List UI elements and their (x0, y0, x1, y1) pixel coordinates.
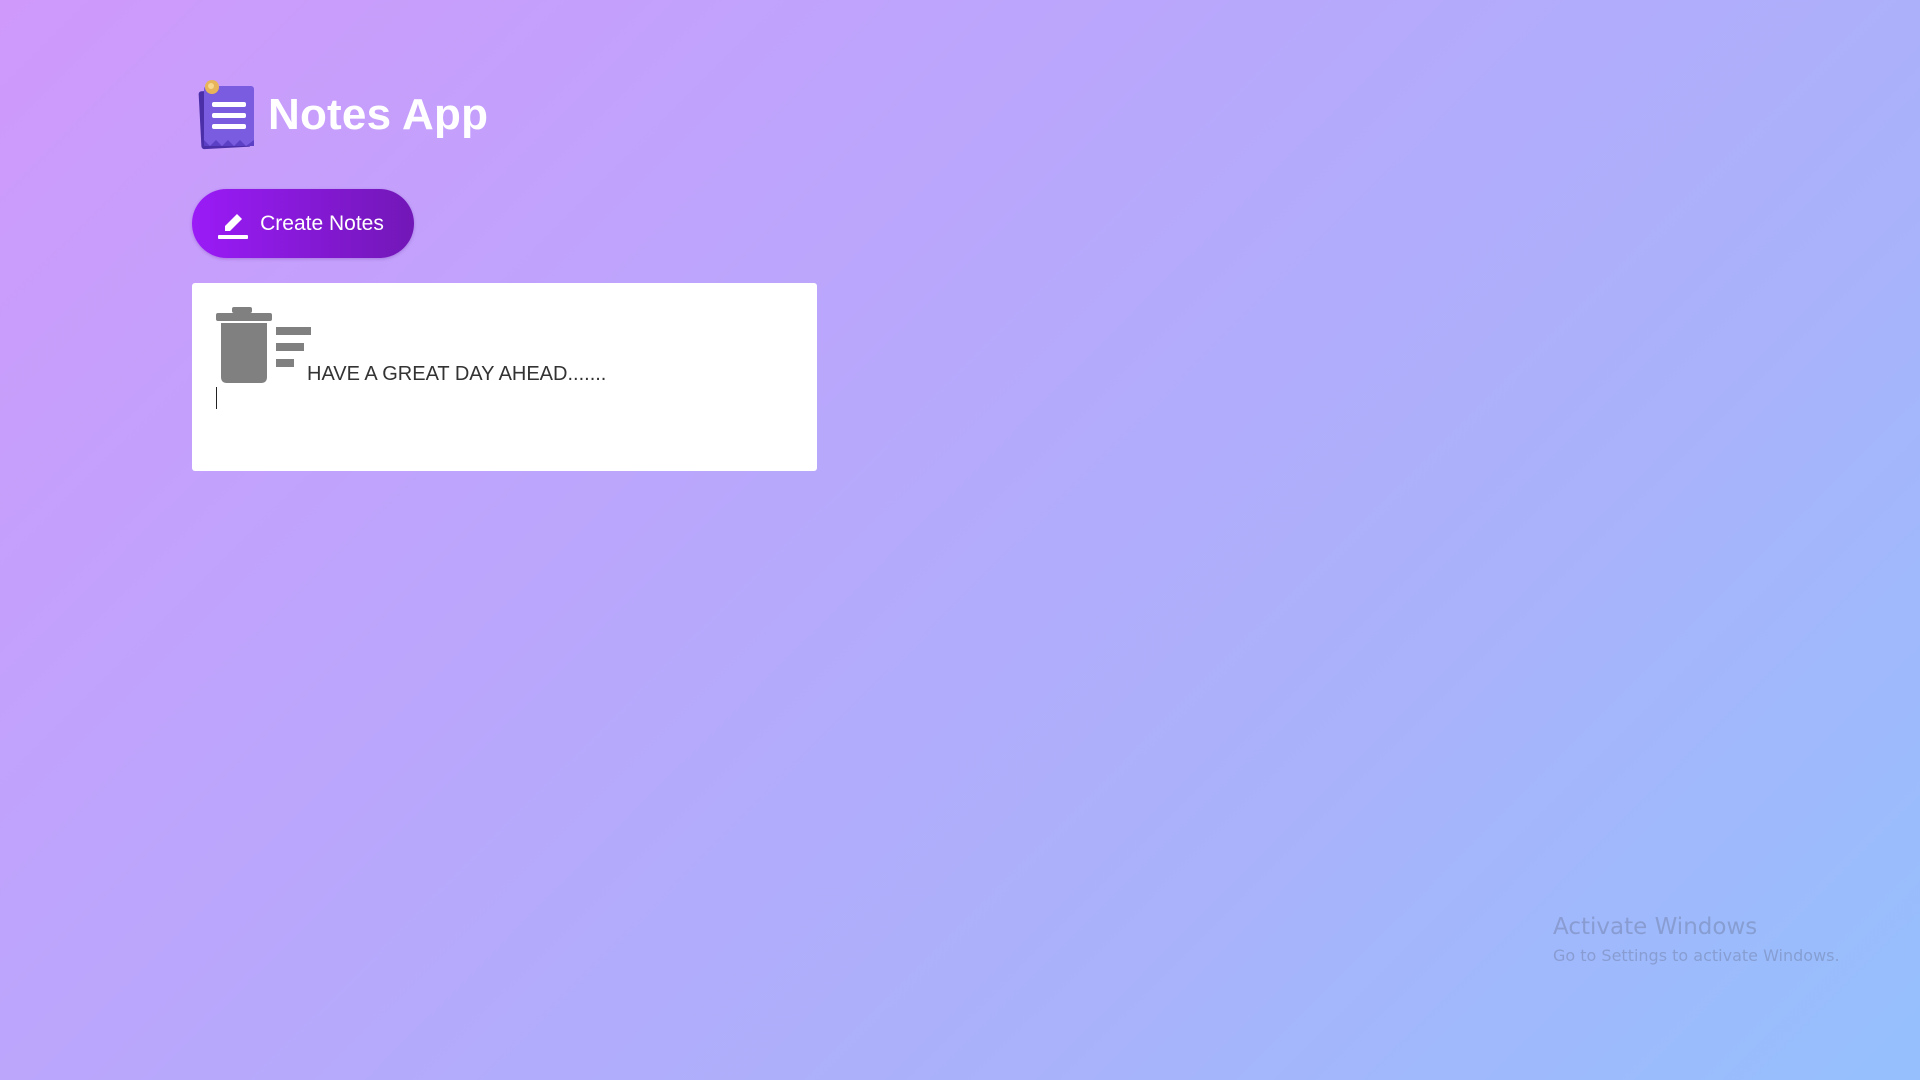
trash-icon[interactable] (216, 307, 272, 383)
list-edit-icon[interactable] (276, 327, 311, 367)
note-icons (216, 307, 311, 383)
notepad-icon (198, 78, 260, 152)
note-text[interactable]: HAVE A GREAT DAY AHEAD....... (307, 363, 606, 386)
watermark-title: Activate Windows (1553, 914, 1758, 940)
create-notes-button[interactable]: Create Notes (192, 189, 414, 258)
text-caret (216, 387, 217, 409)
app-title: Notes App (268, 90, 489, 139)
note-card[interactable]: HAVE A GREAT DAY AHEAD....... (192, 283, 817, 471)
pencil-icon (216, 207, 250, 241)
activate-windows-watermark: Activate Windows Go to Settings to activ… (1553, 914, 1840, 965)
create-notes-label: Create Notes (260, 211, 384, 235)
app-header: Notes App (198, 78, 488, 152)
watermark-subtitle: Go to Settings to activate Windows. (1553, 945, 1840, 965)
